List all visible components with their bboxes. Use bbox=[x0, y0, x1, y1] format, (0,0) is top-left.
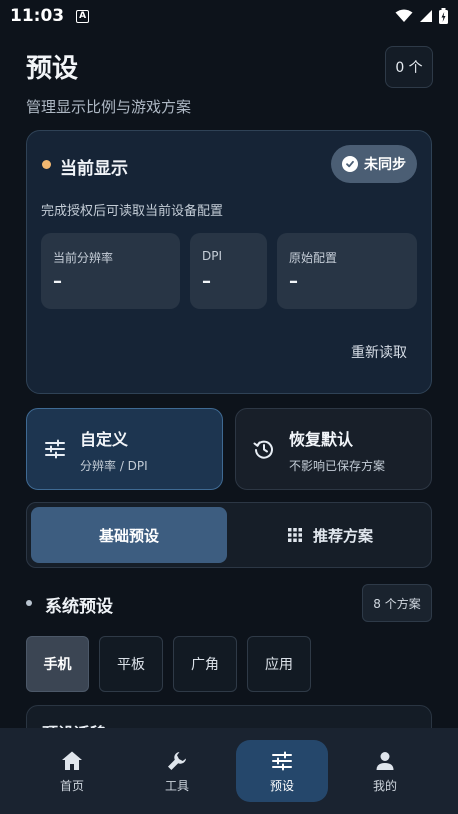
home-icon bbox=[62, 751, 82, 770]
page-title: 预设 bbox=[26, 54, 79, 84]
nav-home-label: 首页 bbox=[59, 778, 84, 793]
wrench-icon bbox=[168, 751, 186, 770]
check-circle-icon bbox=[342, 156, 358, 172]
status-bar: 11:03 A bbox=[0, 0, 458, 32]
nav-presets-label: 预设 bbox=[269, 778, 294, 793]
grid-icon bbox=[287, 528, 302, 542]
tab-recommended[interactable]: 推荐方案 bbox=[231, 507, 429, 563]
stat-dpi: DPI – bbox=[190, 233, 267, 309]
section-title: 系统预设 bbox=[45, 597, 113, 617]
stat-resolution: 当前分辨率 – bbox=[41, 233, 180, 309]
preset-segmented-control: 基础预设 推荐方案 bbox=[26, 502, 432, 568]
page-subtitle: 管理显示比例与游戏方案 bbox=[26, 98, 192, 116]
filter-chip-tablet[interactable]: 平板 bbox=[99, 636, 163, 692]
stat-value: – bbox=[53, 271, 62, 292]
reread-button[interactable]: 重新读取 bbox=[351, 342, 407, 362]
custom-action-card[interactable]: 自定义 分辨率 / DPI bbox=[26, 408, 223, 490]
stat-value: – bbox=[202, 271, 211, 292]
status-dot bbox=[42, 160, 51, 169]
nav-tools[interactable]: 工具 bbox=[131, 740, 223, 802]
stat-label: 原始配置 bbox=[289, 251, 338, 265]
auth-note: 完成授权后可读取当前设备配置 bbox=[41, 204, 224, 219]
sync-status-label: 未同步 bbox=[364, 157, 406, 173]
filter-chip-phone[interactable]: 手机 bbox=[26, 636, 89, 692]
stat-value: – bbox=[289, 271, 298, 292]
stat-label: 当前分辨率 bbox=[53, 251, 114, 265]
signal-icon bbox=[420, 10, 432, 22]
section-count-badge: 8 个方案 bbox=[362, 584, 432, 622]
sync-status-chip[interactable]: 未同步 bbox=[331, 145, 417, 183]
tab-basic-presets[interactable]: 基础预设 bbox=[31, 507, 227, 563]
restore-default-card[interactable]: 恢复默认 不影响已保存方案 bbox=[235, 408, 432, 490]
nav-tools-label: 工具 bbox=[164, 778, 189, 793]
stat-label: DPI bbox=[202, 249, 223, 263]
filter-chip-app[interactable]: 应用 bbox=[247, 636, 311, 692]
history-icon bbox=[253, 440, 273, 459]
nav-presets[interactable]: 预设 bbox=[236, 740, 328, 802]
current-display-title: 当前显示 bbox=[60, 159, 128, 179]
preset-count-badge[interactable]: 0 个 bbox=[385, 46, 433, 88]
custom-title: 自定义 bbox=[80, 430, 129, 449]
custom-subtitle: 分辨率 / DPI bbox=[80, 459, 148, 473]
battery-charging-icon bbox=[439, 8, 448, 24]
nav-profile[interactable]: 我的 bbox=[339, 740, 431, 802]
sliders-icon bbox=[272, 751, 292, 770]
notification-icon: A bbox=[76, 9, 90, 23]
header: 预设 bbox=[26, 48, 78, 85]
stat-original-config: 原始配置 – bbox=[277, 233, 417, 309]
filter-chip-wide[interactable]: 广角 bbox=[173, 636, 237, 692]
nav-home[interactable]: 首页 bbox=[26, 740, 118, 802]
person-icon bbox=[376, 751, 394, 770]
wifi-icon bbox=[395, 9, 413, 22]
restore-subtitle: 不影响已保存方案 bbox=[289, 459, 386, 473]
tab-recommended-label: 推荐方案 bbox=[312, 526, 373, 545]
current-display-card: 当前显示 未同步 完成授权后可读取当前设备配置 当前分辨率 – DPI – 原始… bbox=[26, 130, 432, 394]
status-time: 11:03 bbox=[10, 6, 65, 26]
status-icons bbox=[395, 8, 448, 24]
nav-profile-label: 我的 bbox=[372, 778, 397, 793]
bottom-nav: 首页 工具 预设 我的 bbox=[0, 728, 458, 814]
restore-title: 恢复默认 bbox=[289, 430, 354, 449]
sliders-icon bbox=[45, 439, 65, 459]
section-dot bbox=[26, 600, 32, 606]
